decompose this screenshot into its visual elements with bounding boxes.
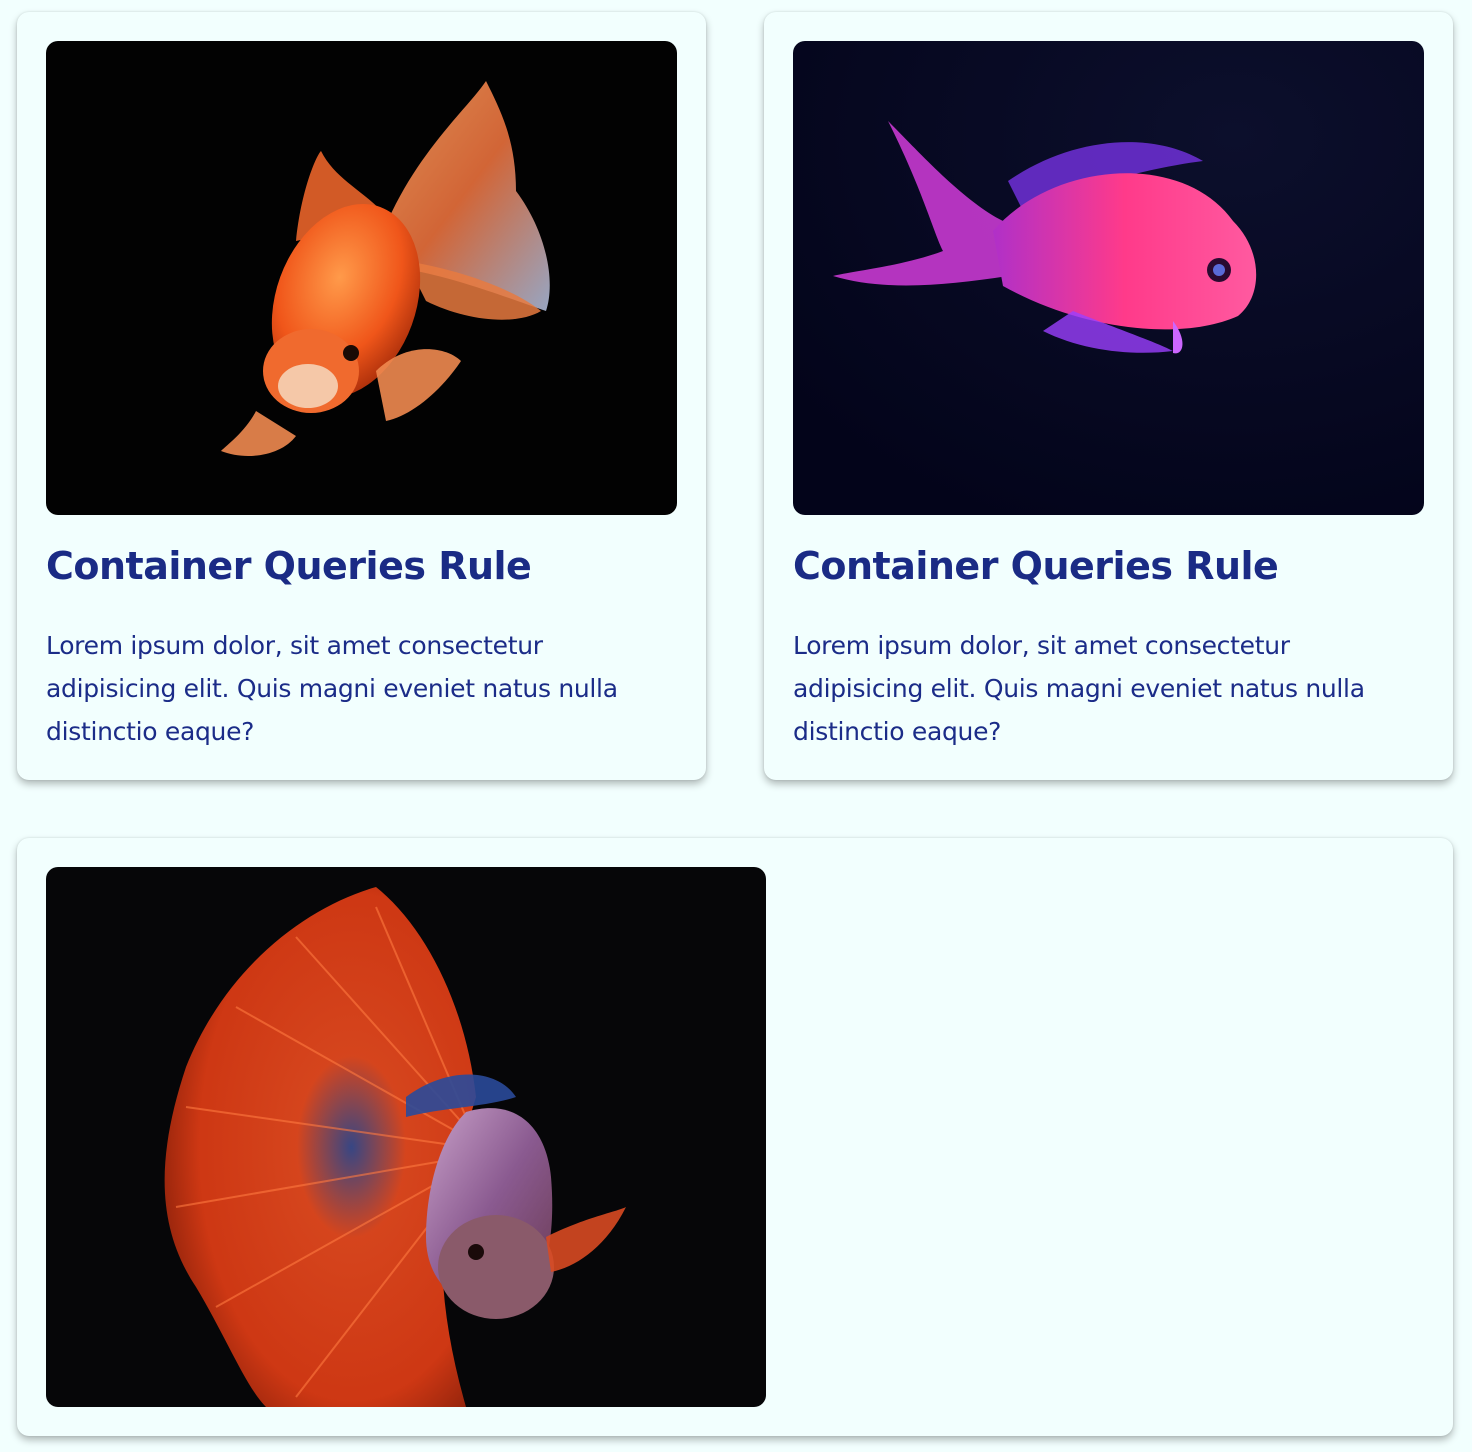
- goldfish-image: [46, 41, 677, 515]
- card-body: Lorem ipsum dolor, sit amet consectetur …: [793, 631, 1365, 746]
- card-betta: [17, 838, 1453, 1436]
- card-goldfish: Container Queries Rule Lorem ipsum dolor…: [17, 12, 706, 780]
- card-anthias: Container Queries Rule Lorem ipsum dolor…: [764, 12, 1453, 780]
- card-title: Container Queries Rule: [46, 544, 532, 588]
- goldfish-photo-icon: [46, 41, 677, 515]
- betta-image: [46, 867, 766, 1407]
- betta-fish-photo-icon: [46, 867, 766, 1407]
- anthias-fish-photo-icon: [793, 41, 1424, 515]
- card-body: Lorem ipsum dolor, sit amet consectetur …: [46, 631, 618, 746]
- card-title: Container Queries Rule: [793, 544, 1279, 588]
- anthias-image: [793, 41, 1424, 515]
